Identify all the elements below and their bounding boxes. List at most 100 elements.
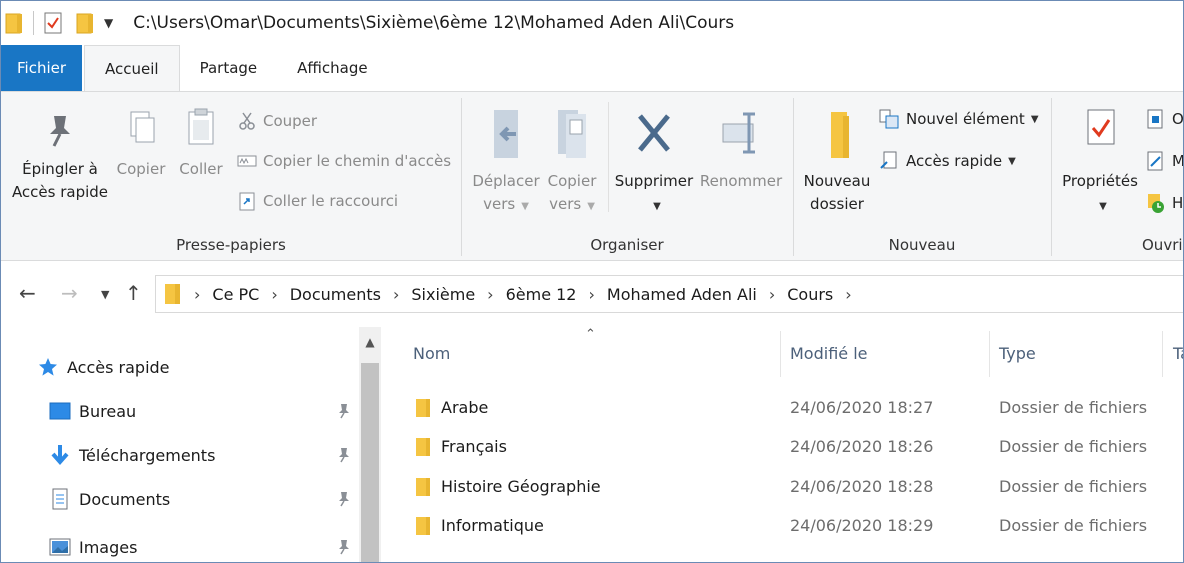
new-item-button[interactable]: Nouvel élément ▼: [878, 106, 1039, 132]
recent-locations-chevron-icon[interactable]: ▼: [101, 288, 109, 301]
tab-partage[interactable]: Partage: [180, 45, 278, 91]
move-to-button[interactable]: Déplacer vers ▼: [470, 106, 542, 218]
folder-icon: [165, 284, 180, 304]
tab-accueil[interactable]: Accueil: [84, 45, 180, 91]
folder-icon: [5, 13, 22, 34]
column-divider[interactable]: [1162, 331, 1163, 377]
column-header-modified[interactable]: Modifié le: [790, 327, 868, 379]
type-cell: Dossier de fichiers: [999, 477, 1148, 496]
group-label-presse-papiers: Presse-papiers: [176, 236, 286, 254]
scroll-up-arrow-icon[interactable]: ▲: [359, 335, 381, 355]
modified-cell: 24/06/2020 18:26: [790, 437, 934, 456]
navigation-bar: ← → ▼ ↑ › Ce PC › Documents › Sixième › …: [1, 263, 1183, 325]
navigation-pane: Accès rapide Bureau Téléchargements Docu…: [1, 327, 381, 562]
cut-button[interactable]: Couper: [237, 108, 317, 134]
group-ouvrir: Propriétés ▼ O M H Ouvrir: [1052, 92, 1183, 260]
address-bar[interactable]: › Ce PC › Documents › Sixième › 6ème 12 …: [155, 275, 1183, 313]
forward-arrow-icon[interactable]: →: [61, 281, 78, 305]
copy-button[interactable]: Copier: [111, 106, 171, 181]
properties-icon: [1087, 109, 1115, 145]
column-header-size[interactable]: Ta: [1173, 327, 1183, 379]
new-folder-button[interactable]: Nouveau dossier: [800, 106, 874, 216]
breadcrumb-ce-pc[interactable]: Ce PC: [212, 285, 259, 304]
pin-icon[interactable]: [337, 491, 351, 511]
table-row[interactable]: Français 24/06/2020 18:26 Dossier de fic…: [381, 427, 1183, 466]
copy-to-button[interactable]: Copier vers ▼: [542, 106, 602, 218]
sort-ascending-icon: ⌃: [585, 327, 596, 342]
group-label-organiser: Organiser: [590, 236, 664, 254]
paste-shortcut-icon: [239, 192, 255, 211]
up-arrow-icon[interactable]: ↑: [125, 281, 142, 305]
nav-item-documents[interactable]: Documents: [1, 477, 357, 521]
chevron-down-icon: ▼: [1008, 155, 1016, 167]
type-cell: Dossier de fichiers: [999, 516, 1148, 535]
breadcrumb-cours[interactable]: Cours: [787, 285, 833, 304]
breadcrumb-documents[interactable]: Documents: [290, 285, 381, 304]
group-presse-papiers: Épingler à Accès rapide Copier Coller Co…: [1, 92, 461, 260]
back-arrow-icon[interactable]: ←: [19, 281, 36, 305]
star-icon: [37, 356, 59, 378]
history-icon: [1148, 194, 1164, 213]
group-label-ouvrir: Ouvrir: [1142, 236, 1183, 254]
scissors-icon: [239, 112, 255, 130]
pin-icon[interactable]: [337, 447, 351, 467]
folder-icon: [831, 112, 849, 158]
breadcrumb-6eme-12[interactable]: 6ème 12: [506, 285, 577, 304]
delete-button[interactable]: Supprimer ▼: [612, 106, 696, 218]
group-nouveau: Nouveau dossier Nouvel élément ▼ Accès ra…: [794, 92, 1050, 260]
breadcrumb-chevron-icon[interactable]: ›: [588, 285, 594, 304]
nav-pane-scrollbar[interactable]: ▲: [359, 327, 381, 562]
new-folder-icon[interactable]: [76, 12, 94, 34]
nav-item-images[interactable]: Images: [1, 525, 357, 562]
copy-to-icon: [558, 110, 586, 158]
nav-item-telechargements[interactable]: Téléchargements: [1, 433, 357, 477]
modify-button[interactable]: M: [1146, 148, 1183, 174]
table-row[interactable]: Histoire Géographie 24/06/2020 18:28 Dos…: [381, 467, 1183, 506]
column-header-type[interactable]: Type: [999, 327, 1036, 379]
chevron-down-icon: ▼: [587, 201, 595, 212]
open-button[interactable]: O: [1146, 106, 1183, 132]
breadcrumb-chevron-icon[interactable]: ›: [487, 285, 493, 304]
breadcrumb-chevron-icon[interactable]: ›: [194, 285, 200, 304]
properties-icon[interactable]: [44, 12, 62, 34]
nav-item-bureau[interactable]: Bureau: [1, 389, 357, 433]
paste-button[interactable]: Coller: [173, 106, 229, 181]
modified-cell: 24/06/2020 18:29: [790, 516, 934, 535]
nav-item-quick-access[interactable]: Accès rapide: [1, 345, 357, 389]
tab-fichier[interactable]: Fichier: [1, 45, 83, 91]
breadcrumb-chevron-icon[interactable]: ›: [393, 285, 399, 304]
delete-x-icon: [638, 114, 670, 152]
breadcrumb-sixieme[interactable]: Sixième: [411, 285, 475, 304]
quick-access-button[interactable]: Accès rapide ▼: [878, 148, 1016, 174]
desktop-icon: [49, 400, 71, 422]
scrollbar-thumb[interactable]: [361, 363, 379, 562]
properties-button[interactable]: Propriétés ▼: [1058, 106, 1142, 218]
table-row[interactable]: Arabe 24/06/2020 18:27 Dossier de fichie…: [381, 388, 1183, 427]
column-header-name[interactable]: Nom: [413, 327, 450, 379]
customize-toolbar-icon[interactable]: ▼: [104, 16, 113, 30]
column-divider[interactable]: [780, 331, 781, 377]
rename-button[interactable]: Renommer: [698, 106, 784, 193]
chevron-down-icon: ▼: [1030, 113, 1039, 125]
pin-icon[interactable]: [337, 539, 351, 559]
breadcrumb-chevron-icon[interactable]: ›: [845, 285, 851, 304]
table-row[interactable]: Informatique 24/06/2020 18:29 Dossier de…: [381, 506, 1183, 545]
title-bar: ▼ C:\Users\Omar\Documents\Sixième\6ème 1…: [1, 1, 1183, 45]
tab-affichage[interactable]: Affichage: [277, 45, 387, 91]
easy-access-icon: [880, 151, 897, 169]
rename-icon: [722, 112, 755, 154]
breadcrumb-chevron-icon[interactable]: ›: [271, 285, 277, 304]
pin-quick-access-button[interactable]: Épingler à Accès rapide: [11, 106, 109, 204]
folder-icon: [416, 516, 430, 535]
history-button[interactable]: H: [1146, 190, 1183, 216]
column-divider[interactable]: [989, 331, 990, 377]
breadcrumb-chevron-icon[interactable]: ›: [769, 285, 775, 304]
new-item-icon: [879, 109, 899, 129]
open-icon: [1147, 109, 1163, 129]
ribbon-divider: [608, 102, 609, 212]
copy-path-button[interactable]: Copier le chemin d'accès: [237, 148, 451, 174]
breadcrumb-mohamed-aden-ali[interactable]: Mohamed Aden Ali: [607, 285, 757, 304]
pin-icon[interactable]: [337, 403, 351, 423]
paste-shortcut-button[interactable]: Coller le raccourci: [237, 188, 398, 214]
ribbon-tabs: Fichier Accueil Partage Affichage: [1, 45, 1183, 91]
